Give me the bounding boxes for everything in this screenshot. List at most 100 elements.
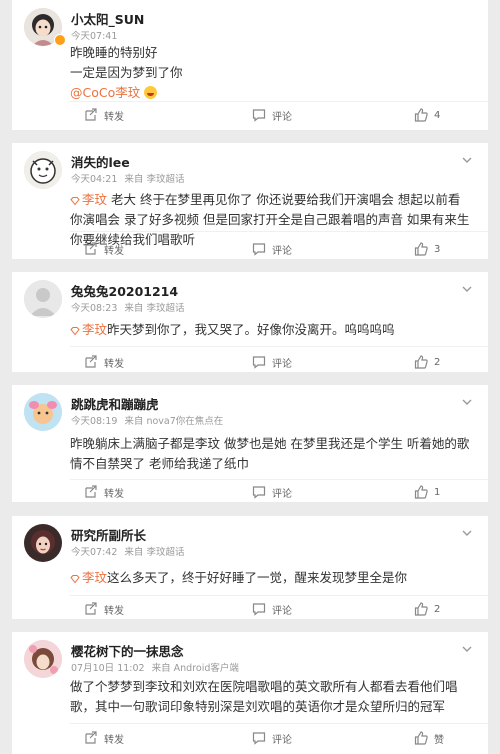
topic-tag[interactable]: 李玟 <box>70 570 107 585</box>
repost-label: 转发 <box>104 245 124 257</box>
username[interactable]: 消失的lee <box>71 152 130 171</box>
diamond-icon <box>70 197 80 205</box>
repost-icon <box>85 108 97 121</box>
repost-icon <box>85 485 97 498</box>
comment-card: 兔兔兔20201214 今天08:23 来自 李玟超话 李玟昨天梦到你了，我又哭… <box>12 272 488 372</box>
repost-label: 转发 <box>104 488 124 500</box>
source: 来自 李玟超话 <box>124 174 185 185</box>
divider <box>70 231 488 232</box>
chevron-down-icon[interactable] <box>460 642 474 656</box>
comment-card: 研究所副所长 今天07:42 来自 李玟超话 李玟这么多天了，终于好好睡了一觉，… <box>12 516 488 619</box>
like-button[interactable]: 4 <box>414 105 440 125</box>
post-meta: 今天07:42 来自 李玟超话 <box>71 544 188 558</box>
username[interactable]: 小太阳_SUN <box>71 9 144 28</box>
comment-text: 做了个梦梦到李玟和刘欢在医院唱歌唱的英文歌所有人都看去看他们唱歌，其中一句歌词印… <box>70 677 470 717</box>
username[interactable]: 樱花树下的一抹思念 <box>71 641 184 660</box>
timestamp: 今天07:41 <box>71 31 118 42</box>
like-button[interactable]: 3 <box>414 239 440 259</box>
action-bar: 转发 评论 3 <box>70 239 488 259</box>
comment-card: 樱花树下的一抹思念 07月10日 11:02 来自 Android客户端 做了个… <box>12 632 488 754</box>
divider <box>70 101 488 102</box>
thumbs-up-icon <box>414 355 428 369</box>
topic-tag[interactable]: 李玟 <box>70 192 107 207</box>
post-meta: 今天08:23 来自 李玟超话 <box>71 300 188 314</box>
comment-button[interactable]: 评论 <box>252 352 292 372</box>
comment-line: 昨晚睡的特别好 <box>70 45 158 60</box>
comment-body: 做了个梦梦到李玟和刘欢在医院唱歌唱的英文歌所有人都看去看他们唱歌，其中一句歌词印… <box>70 679 458 714</box>
thumbs-up-icon <box>414 108 428 122</box>
divider <box>70 479 488 480</box>
comment-icon <box>252 243 266 256</box>
post-meta: 今天04:21 来自 李玟超话 <box>71 171 188 185</box>
diamond-icon <box>70 327 80 335</box>
thumbs-up-icon <box>414 731 428 745</box>
comment-label: 评论 <box>272 734 292 746</box>
action-bar: 转发 评论 2 <box>70 599 488 619</box>
thumbs-up-icon <box>414 602 428 616</box>
avatar[interactable] <box>24 524 62 562</box>
comment-button[interactable]: 评论 <box>252 599 292 619</box>
avatar[interactable] <box>24 280 62 318</box>
smile-emoji-icon <box>144 86 158 99</box>
source: 来自 李玟超话 <box>124 303 185 314</box>
action-bar: 转发 评论 1 <box>70 482 488 502</box>
timestamp: 今天08:23 <box>71 303 118 314</box>
repost-icon <box>85 242 97 255</box>
chevron-down-icon[interactable] <box>460 395 474 409</box>
comment-body: 昨天梦到你了，我又哭了。好像你没离开。呜呜呜呜 <box>107 322 395 337</box>
comment-button[interactable]: 评论 <box>252 239 292 259</box>
comment-text: 昨晚睡的特别好 一定是因为梦到了你 @CoCo李玟 <box>70 43 470 103</box>
comment-card: 小太阳_SUN 今天07:41 昨晚睡的特别好 一定是因为梦到了你 @CoCo李… <box>12 0 488 130</box>
chevron-down-icon[interactable] <box>460 153 474 167</box>
username[interactable]: 跳跳虎和蹦蹦虎 <box>71 394 159 413</box>
username[interactable]: 研究所副所长 <box>71 525 146 544</box>
timestamp: 07月10日 11:02 <box>71 663 145 674</box>
comment-text: 李玟这么多天了，终于好好睡了一觉，醒来发现梦里全是你 <box>70 568 470 588</box>
username[interactable]: 兔兔兔20201214 <box>71 281 178 300</box>
divider <box>70 723 488 724</box>
post-meta: 07月10日 11:02 来自 Android客户端 <box>71 660 243 674</box>
repost-label: 转发 <box>104 111 124 123</box>
repost-button[interactable]: 转发 <box>84 352 124 372</box>
repost-icon <box>85 602 97 615</box>
repost-button[interactable]: 转发 <box>84 239 124 259</box>
mention-link[interactable]: @CoCo李玟 <box>70 85 140 100</box>
source: 来自 Android客户端 <box>151 663 239 674</box>
chevron-down-icon[interactable] <box>460 526 474 540</box>
comment-body: 昨晚躺床上满脑子都是李玟 做梦也是她 在梦里我还是个学生 听着她的歌 情不自禁哭… <box>70 436 470 471</box>
thumbs-up-icon <box>414 242 428 256</box>
like-button[interactable]: 赞 <box>414 728 444 748</box>
diamond-icon <box>70 575 80 583</box>
comment-button[interactable]: 评论 <box>252 728 292 748</box>
like-button[interactable]: 1 <box>414 482 440 502</box>
topic-tag[interactable]: 李玟 <box>70 322 107 337</box>
avatar[interactable] <box>24 640 62 678</box>
repost-button[interactable]: 转发 <box>84 105 124 125</box>
comment-body: 这么多天了，终于好好睡了一觉，醒来发现梦里全是你 <box>107 570 408 585</box>
comment-card: 跳跳虎和蹦蹦虎 今天08:19 来自 nova7你在焦点在 昨晚躺床上满脑子都是… <box>12 385 488 502</box>
repost-button[interactable]: 转发 <box>84 482 124 502</box>
like-button[interactable]: 2 <box>414 352 440 372</box>
repost-button[interactable]: 转发 <box>84 599 124 619</box>
comment-label: 评论 <box>272 245 292 257</box>
comment-button[interactable]: 评论 <box>252 482 292 502</box>
timestamp: 今天07:42 <box>71 547 118 558</box>
like-button[interactable]: 2 <box>414 599 440 619</box>
action-bar: 转发 评论 2 <box>70 352 488 372</box>
timestamp: 今天08:19 <box>71 416 118 427</box>
avatar[interactable] <box>24 393 62 431</box>
comment-line: 一定是因为梦到了你 <box>70 65 183 80</box>
chevron-down-icon[interactable] <box>460 282 474 296</box>
avatar[interactable] <box>24 151 62 189</box>
source: 来自 nova7你在焦点在 <box>124 416 224 427</box>
source: 来自 李玟超话 <box>124 547 185 558</box>
like-count: 1 <box>434 486 441 498</box>
post-meta: 今天08:19 来自 nova7你在焦点在 <box>71 413 227 427</box>
repost-button[interactable]: 转发 <box>84 728 124 748</box>
like-count: 4 <box>434 109 441 121</box>
divider <box>70 346 488 347</box>
comment-icon <box>252 732 266 745</box>
like-count: 3 <box>434 243 441 255</box>
comment-label: 评论 <box>272 358 292 370</box>
comment-button[interactable]: 评论 <box>252 105 292 125</box>
